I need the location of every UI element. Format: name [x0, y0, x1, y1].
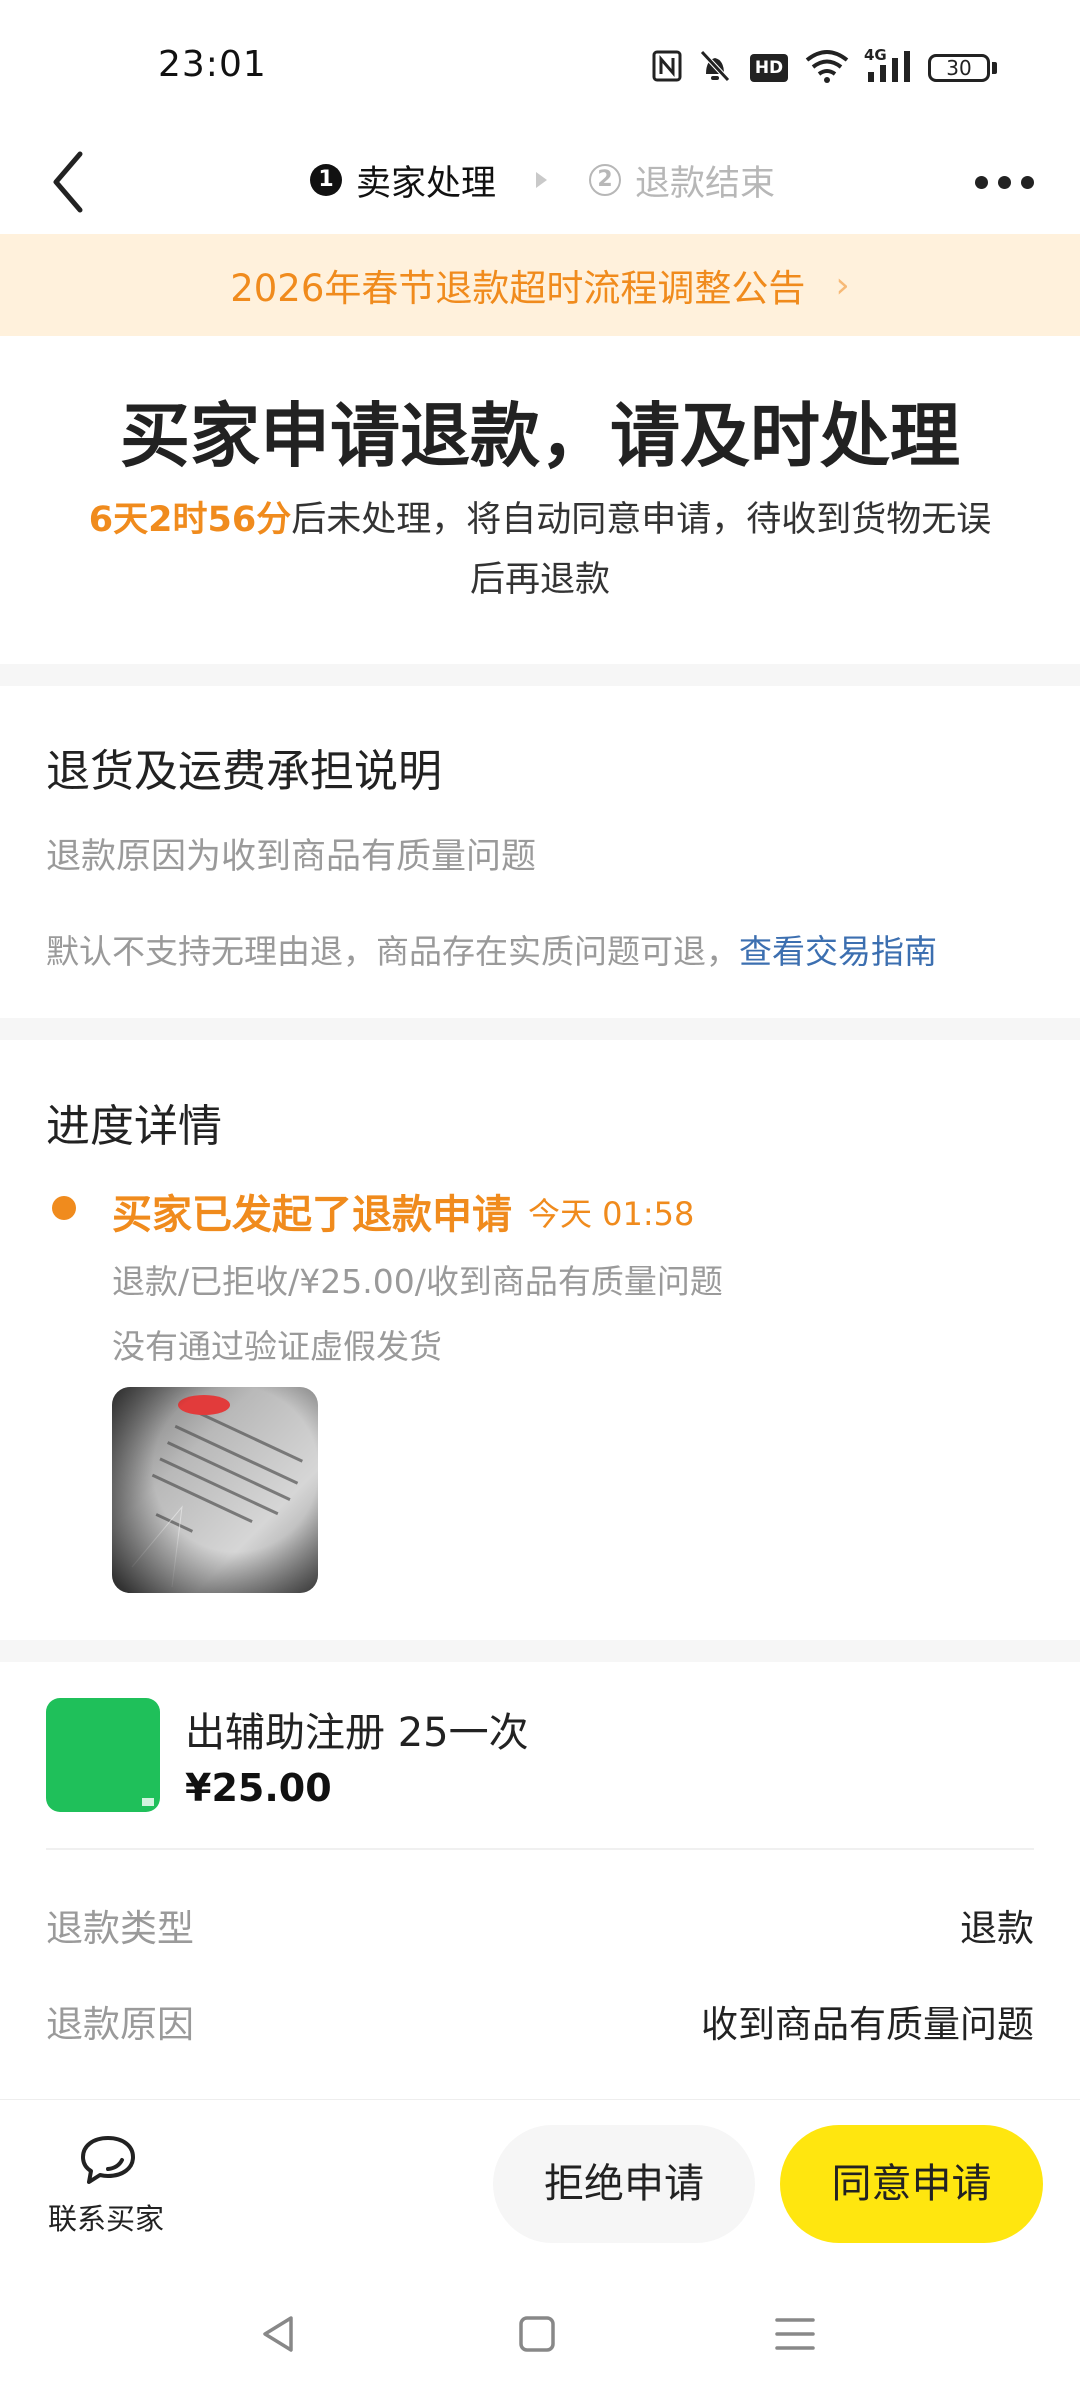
- chevron-right-icon: ›: [835, 264, 850, 306]
- progress-title: 进度详情: [46, 1101, 222, 1152]
- progress-detail: 退款/已拒收/¥25.00/收到商品有质量问题: [112, 1262, 723, 1301]
- timeline-dot: [52, 1196, 76, 1220]
- section-divider: [0, 664, 1080, 686]
- progress-note: 没有通过验证虚假发货: [112, 1327, 442, 1366]
- refund-type-label: 退款类型: [46, 1907, 194, 1950]
- more-dot: [975, 175, 988, 189]
- product-thumbnail[interactable]: [46, 1698, 160, 1812]
- product-price: ¥25.00: [185, 1766, 332, 1810]
- policy-reason: 退款原因为收到商品有质量问题: [46, 837, 537, 877]
- step-1-number: 1: [310, 164, 342, 196]
- step-2-number: 2: [589, 164, 622, 196]
- nfc-icon: [652, 50, 682, 82]
- battery-icon: 30: [928, 54, 990, 82]
- status-bar: 23:01 HD 4G 30: [0, 0, 1080, 130]
- refund-reason-label: 退款原因: [46, 2003, 194, 2046]
- signal-icon: [868, 51, 910, 82]
- progress-time: 今天 01:58: [528, 1195, 695, 1233]
- section-divider: [0, 1640, 1080, 1662]
- auto-process-message: 后未处理，将自动同意申请，待收到货物无误后再退款: [291, 500, 992, 600]
- system-back-icon[interactable]: [255, 2310, 303, 2358]
- wifi-icon: [805, 50, 849, 83]
- thumbnail-mark: [142, 1798, 154, 1806]
- announcement-banner[interactable]: 2026年春节退款超时流程调整公告 ›: [0, 234, 1080, 336]
- step-arrow-icon: [536, 172, 548, 188]
- battery-tip: [992, 62, 997, 74]
- more-dot: [1021, 175, 1034, 189]
- progress-event: 买家已发起了退款申请: [112, 1192, 512, 1238]
- trade-guide-link[interactable]: 查看交易指南: [739, 932, 937, 971]
- status-time: 23:01: [158, 44, 267, 85]
- system-menu-icon[interactable]: [771, 2310, 819, 2358]
- nav-header: 1 卖家处理 2 退款结束: [0, 130, 1080, 234]
- reject-button[interactable]: 拒绝申请: [493, 2125, 755, 2243]
- refund-reason-value: 收到商品有质量问题: [701, 2003, 1034, 2046]
- countdown-timer: 6天2时56分: [88, 500, 292, 540]
- product-divider: [46, 1848, 1034, 1850]
- policy-note-text: 默认不支持无理由退，商品存在实质问题可退，: [46, 932, 739, 971]
- silent-bell-icon: [700, 50, 730, 82]
- step-1-label: 卖家处理: [356, 163, 497, 204]
- evidence-photo[interactable]: [112, 1387, 318, 1593]
- policy-note: 默认不支持无理由退，商品存在实质问题可退，查看交易指南: [46, 925, 937, 973]
- auto-process-notice: 6天2时56分后未处理，将自动同意申请，待收到货物无误后再退款: [80, 490, 1000, 610]
- back-icon[interactable]: [40, 130, 110, 234]
- more-dot: [998, 175, 1011, 189]
- product-title[interactable]: 出辅助注册 25一次: [185, 1700, 529, 1758]
- chat-icon[interactable]: [78, 2132, 138, 2188]
- hd-voice-icon: HD: [750, 54, 788, 82]
- refund-type-value: 退款: [960, 1907, 1034, 1950]
- system-home-icon[interactable]: [513, 2310, 561, 2358]
- step-2-label: 退款结束: [635, 163, 776, 204]
- progress-steps: 1 卖家处理 2 退款结束: [310, 150, 775, 210]
- announcement-text: 2026年春节退款超时流程调整公告: [230, 267, 806, 310]
- policy-title: 退货及运费承担说明: [46, 746, 442, 797]
- section-divider: [0, 1018, 1080, 1040]
- contact-buyer-label[interactable]: 联系买家: [48, 2196, 164, 2238]
- more-options-icon[interactable]: [975, 160, 1045, 204]
- page-title: 买家申请退款，请及时处理: [120, 395, 960, 477]
- agree-button[interactable]: 同意申请: [780, 2125, 1043, 2243]
